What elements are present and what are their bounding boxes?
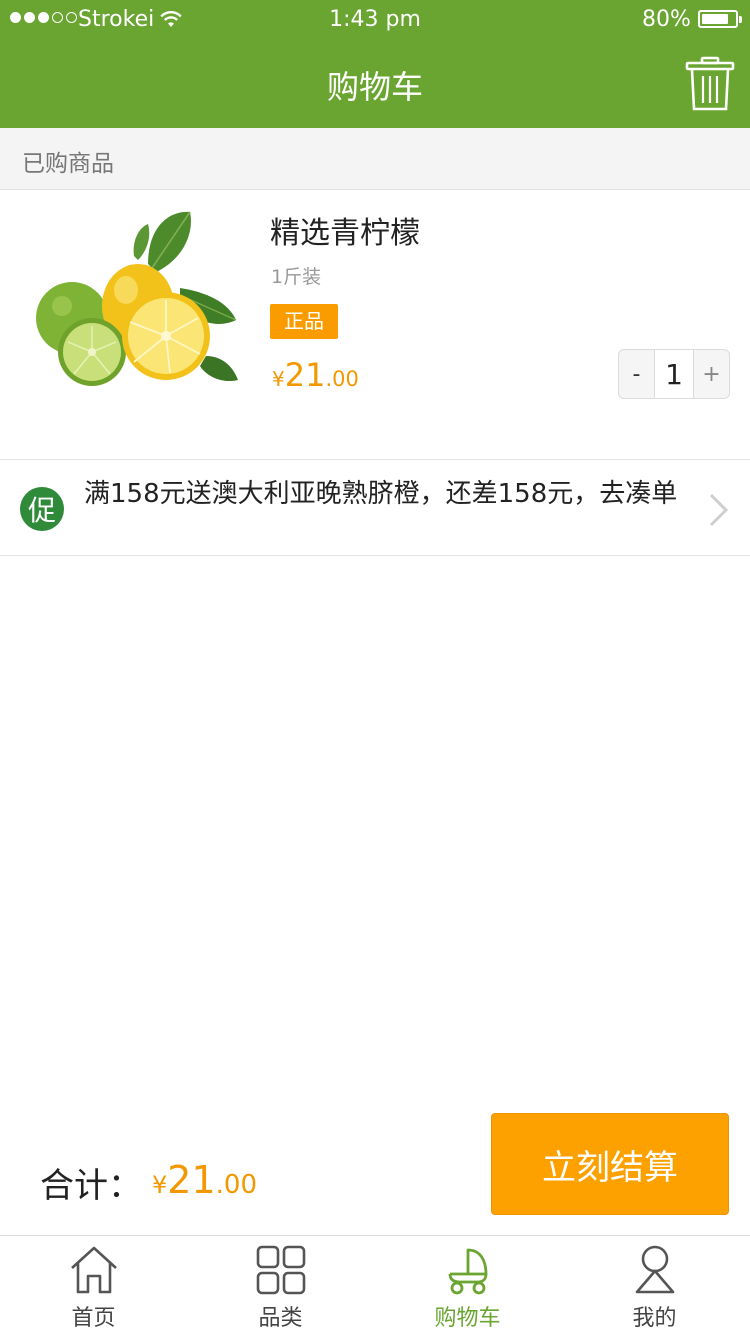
increment-button[interactable]: + [694, 350, 729, 398]
grid-icon [256, 1245, 305, 1295]
tab-label: 首页 [71, 1306, 116, 1331]
battery-fill [702, 14, 728, 24]
tab-categories[interactable]: 品类 [187, 1236, 374, 1334]
tab-profile[interactable]: 我的 [561, 1236, 748, 1334]
tab-home[interactable]: 首页 [0, 1236, 187, 1334]
checkout-button[interactable]: 立刻结算 [491, 1113, 729, 1215]
battery-icon [698, 10, 742, 28]
tab-label: 购物车 [434, 1306, 501, 1331]
price-decimal: .00 [325, 367, 359, 391]
quantity-stepper: - 1 + [618, 349, 730, 399]
total-price: ¥21.00 [152, 1158, 257, 1202]
price-integer: 21 [284, 356, 326, 394]
product-name[interactable]: 精选青柠檬 [270, 208, 420, 252]
cart-icon [448, 1248, 487, 1295]
quantity-value[interactable]: 1 [654, 350, 694, 398]
app-header: Strokei 1:43 pm 80% 购物车 [0, 0, 750, 128]
home-icon [70, 1246, 117, 1294]
total-integer: 21 [167, 1158, 216, 1202]
section-title: 已购商品 [22, 151, 114, 177]
chevron-right-icon [709, 493, 729, 527]
page-title: 购物车 [326, 68, 423, 106]
trash-icon [685, 56, 735, 111]
cart-item: 精选青柠檬 1斤装 正品 ¥21.00 - 1 + [0, 190, 750, 460]
user-icon [635, 1245, 674, 1294]
tab-label: 我的 [632, 1306, 677, 1331]
status-bar: Strokei 1:43 pm 80% [0, 0, 750, 40]
clear-cart-button[interactable] [684, 56, 736, 112]
lemon-lime-product-image[interactable] [30, 206, 250, 396]
tab-label: 品类 [258, 1306, 303, 1331]
total-label: 合计： [40, 1166, 142, 1206]
tab-cart[interactable]: 购物车 [374, 1236, 561, 1334]
product-price: ¥21.00 [272, 356, 359, 394]
status-time: 1:43 pm [329, 7, 421, 32]
promo-text: 满158元送澳大利亚晚熟脐橙，还差158元，去凑单 [84, 479, 678, 509]
total-decimal: .00 [215, 1170, 257, 1200]
battery-percent: 80% [642, 7, 691, 32]
promotion-row[interactable]: 促 满158元送澳大利亚晚熟脐橙，还差158元，去凑单 [0, 460, 750, 556]
authentic-badge: 正品 [270, 304, 338, 339]
battery-nub [739, 16, 742, 23]
product-spec: 1斤装 [271, 266, 322, 288]
section-header: 已购商品 [0, 128, 750, 190]
decrement-button[interactable]: - [619, 350, 654, 398]
bottom-tab-bar: 首页 品类 购物车 我的 [0, 1235, 750, 1334]
currency-symbol: ¥ [152, 1171, 168, 1199]
promo-badge: 促 [20, 487, 64, 531]
currency-symbol: ¥ [272, 367, 285, 391]
